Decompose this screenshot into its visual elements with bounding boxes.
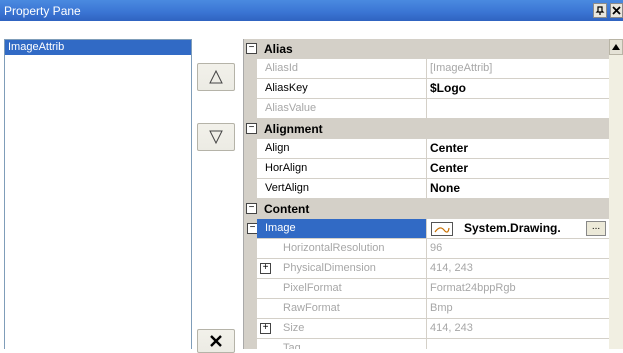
property-name: Size [257, 319, 427, 338]
category-alias[interactable]: − Alias [244, 39, 609, 59]
window-title: Property Pane [4, 3, 81, 18]
property-value[interactable]: $Logo [428, 79, 609, 98]
browse-button[interactable]: ... [586, 221, 606, 236]
category-label: Alignment [264, 122, 323, 136]
property-name: Tag [257, 339, 427, 349]
property-name: PixelFormat [257, 279, 427, 298]
category-content[interactable]: − Content [244, 199, 609, 219]
vertical-scrollbar[interactable] [609, 39, 623, 349]
category-alignment[interactable]: − Alignment [244, 119, 609, 139]
property-value [428, 99, 609, 118]
property-value[interactable]: Center [428, 159, 609, 178]
property-value: 414, 243 [428, 319, 609, 338]
property-name: Image [257, 219, 427, 238]
property-row-alias-value[interactable]: AliasValue [244, 99, 609, 119]
close-icon[interactable] [610, 3, 623, 18]
property-value: Format24bppRgb [428, 279, 609, 298]
move-down-button[interactable] [197, 123, 235, 151]
property-row-size[interactable]: Size + 414, 243 [244, 319, 609, 339]
image-value-text: System.Drawing. [464, 221, 561, 235]
property-name: RawFormat [257, 299, 427, 318]
image-thumbnail-icon [431, 222, 453, 236]
property-row-tag[interactable]: Tag [244, 339, 609, 349]
property-value: 96 [428, 239, 609, 258]
property-row-vert-align[interactable]: VertAlign None [244, 179, 609, 199]
collapse-icon[interactable]: − [246, 203, 257, 214]
collapse-icon[interactable]: − [246, 43, 257, 54]
property-name: AliasId [257, 59, 427, 78]
scroll-up-icon [612, 44, 620, 50]
property-row-alias-key[interactable]: AliasKey $Logo [244, 79, 609, 99]
category-label: Alias [264, 42, 293, 56]
expand-icon[interactable]: + [260, 263, 271, 274]
property-row-raw-format[interactable]: RawFormat Bmp [244, 299, 609, 319]
property-name: AliasValue [257, 99, 427, 118]
property-name: Align [257, 139, 427, 158]
alias-list[interactable]: ImageAttrib [4, 39, 192, 349]
property-grid[interactable]: − Alias AliasId [ImageAttrib] AliasKey $… [243, 39, 609, 349]
delete-button[interactable] [197, 329, 235, 353]
expand-icon[interactable]: + [260, 323, 271, 334]
property-value: [ImageAttrib] [428, 59, 609, 78]
property-value[interactable]: Center [428, 139, 609, 158]
scroll-up-button[interactable] [609, 39, 623, 55]
property-value[interactable]: None [428, 179, 609, 198]
triangle-down-icon [209, 130, 223, 145]
property-value [428, 339, 609, 349]
property-row-hor-align[interactable]: HorAlign Center [244, 159, 609, 179]
title-bar: Property Pane [0, 0, 623, 21]
pin-icon[interactable] [593, 3, 607, 18]
property-row-pixel-format[interactable]: PixelFormat Format24bppRgb [244, 279, 609, 299]
property-value: 414, 243 [428, 259, 609, 278]
x-icon [210, 335, 222, 347]
property-name: PhysicalDimension [257, 259, 427, 278]
property-row-alias-id[interactable]: AliasId [ImageAttrib] [244, 59, 609, 79]
property-row-image[interactable]: − Image System.Drawing. ... [244, 219, 609, 239]
property-row-align[interactable]: Align Center [244, 139, 609, 159]
property-row-physical-dimension[interactable]: PhysicalDimension + 414, 243 [244, 259, 609, 279]
list-item[interactable]: ImageAttrib [5, 40, 191, 55]
property-name: HorizontalResolution [257, 239, 427, 258]
category-label: Content [264, 202, 310, 216]
property-name: VertAlign [257, 179, 427, 198]
property-value-image[interactable]: System.Drawing. ... [428, 219, 609, 238]
property-row-horizontal-resolution[interactable]: HorizontalResolution 96 [244, 239, 609, 259]
move-up-button[interactable] [197, 63, 235, 91]
triangle-up-icon [209, 69, 223, 84]
property-name: AliasKey [257, 79, 427, 98]
property-value: Bmp [428, 299, 609, 318]
collapse-icon[interactable]: − [246, 123, 257, 134]
property-name: HorAlign [257, 159, 427, 178]
